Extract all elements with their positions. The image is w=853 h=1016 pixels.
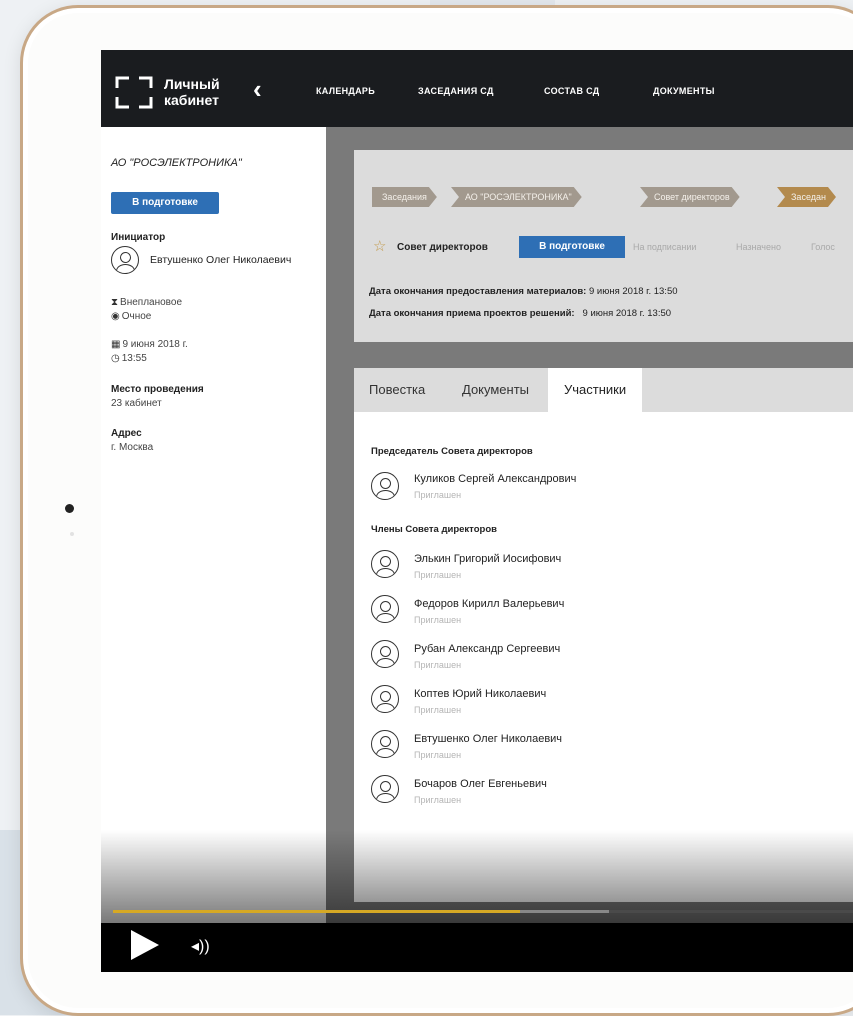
step-scheduled[interactable]: Назначено [736, 242, 781, 252]
logo-line1: Личный [164, 76, 220, 92]
clock-icon: ◷ [111, 353, 120, 364]
address-label: Адрес [111, 428, 142, 439]
play-icon[interactable] [131, 930, 159, 960]
avatar [371, 685, 399, 713]
member-name[interactable]: Коптев Юрий Николаевич [414, 688, 546, 700]
avatar [371, 550, 399, 578]
hourglass-icon: ⧗ [111, 297, 119, 308]
progress-fill[interactable] [113, 910, 520, 913]
eye-icon: ◉ [111, 311, 120, 322]
place-label: Место проведения [111, 384, 204, 395]
nav-meetings[interactable]: ЗАСЕДАНИЯ СД [418, 86, 494, 96]
tab-documents[interactable]: Документы [462, 368, 529, 412]
step-voting[interactable]: Голос [811, 242, 835, 252]
drafts-date: 9 июня 2018 г. 13:50 [582, 308, 672, 319]
star-icon[interactable]: ☆ [373, 237, 386, 255]
sensor-dot [70, 532, 74, 536]
nav-documents[interactable]: ДОКУМЕНТЫ [653, 86, 715, 96]
nav-board-members[interactable]: СОСТАВ СД [544, 86, 599, 96]
materials-deadline: Дата окончания предоставления материалов… [369, 286, 678, 297]
member-status: Приглашен [414, 705, 462, 715]
avatar [371, 775, 399, 803]
meeting-date-text: 9 июня 2018 г. [122, 339, 188, 350]
step-signing[interactable]: На подписании [633, 242, 696, 252]
logo-icon [115, 76, 153, 109]
breadcrumb-board[interactable]: Совет директоров [640, 187, 740, 207]
tab-participants[interactable]: Участники [548, 368, 643, 412]
member-name[interactable]: Элькин Григорий Иосифович [414, 553, 561, 565]
member-name[interactable]: Бочаров Олег Евгеньевич [414, 778, 547, 790]
place-value: 23 кабинет [111, 398, 162, 409]
participants-panel [354, 412, 853, 902]
volume-icon[interactable]: ◂)) [191, 936, 210, 956]
avatar [371, 640, 399, 668]
member-status: Приглашен [414, 795, 462, 805]
avatar [111, 246, 139, 274]
top-bar: Личный кабинет ‹ КАЛЕНДАРЬ ЗАСЕДАНИЯ СД … [101, 50, 853, 127]
calendar-icon: ▦ [111, 339, 121, 350]
avatar [371, 595, 399, 623]
tab-agenda[interactable]: Повестка [369, 368, 425, 412]
meeting-date: ▦ 9 июня 2018 г. [111, 339, 188, 350]
step-in-preparation[interactable]: В подготовке [519, 236, 625, 258]
meeting-kind-text: Внеплановое [120, 297, 183, 308]
meeting-kind: ⧗ Внеплановое [111, 297, 182, 308]
meeting-form-text: Очное [121, 311, 152, 322]
drafts-label: Дата окончания приема проектов решений: [369, 308, 575, 319]
chair-label: Председатель Совета директоров [371, 446, 533, 457]
avatar [371, 730, 399, 758]
member-name[interactable]: Рубан Александр Сергеевич [414, 643, 560, 655]
breadcrumb-meetings[interactable]: Заседания [372, 187, 437, 207]
org-title: АО "РОСЭЛЕКТРОНИКА" [111, 157, 242, 169]
sidebar: АО "РОСЭЛЕКТРОНИКА" В подготовке Инициат… [101, 127, 326, 927]
meeting-form: ◉ Очное [111, 311, 151, 322]
breadcrumb-current[interactable]: Заседан [777, 187, 836, 207]
meeting-time: ◷ 13:55 [111, 353, 147, 364]
member-status: Приглашен [414, 570, 462, 580]
chevron-left-icon[interactable]: ‹ [253, 76, 262, 102]
nav-calendar[interactable]: КАЛЕНДАРЬ [316, 86, 375, 96]
status-badge[interactable]: В подготовке [111, 192, 219, 214]
chair-status: Приглашен [414, 490, 462, 500]
initiator-label: Инициатор [111, 232, 166, 243]
initiator-name: Евтушенко Олег Николаевич [150, 254, 292, 266]
tablet-screen: Личный кабинет ‹ КАЛЕНДАРЬ ЗАСЕДАНИЯ СД … [101, 50, 853, 972]
board-label: Совет директоров [397, 242, 488, 253]
logo-line2: кабинет [164, 92, 219, 108]
materials-label: Дата окончания предоставления материалов… [369, 286, 587, 297]
drafts-deadline: Дата окончания приема проектов решений: … [369, 308, 671, 319]
member-status: Приглашен [414, 750, 462, 760]
member-status: Приглашен [414, 660, 462, 670]
chair-name[interactable]: Куликов Сергей Александрович [414, 473, 576, 485]
address-value: г. Москва [111, 442, 154, 453]
camera-icon [65, 504, 74, 513]
members-label: Члены Совета директоров [371, 524, 497, 535]
materials-date: 9 июня 2018 г. 13:50 [589, 286, 678, 297]
member-status: Приглашен [414, 615, 462, 625]
member-name[interactable]: Евтушенко Олег Николаевич [414, 733, 562, 745]
meeting-time-text: 13:55 [121, 353, 147, 364]
avatar [371, 472, 399, 500]
member-name[interactable]: Федоров Кирилл Валерьевич [414, 598, 564, 610]
logo-text: Личный кабинет [164, 76, 220, 108]
player-controls [101, 923, 853, 972]
breadcrumb-org[interactable]: АО "РОСЭЛЕКТРОНИКА" [451, 187, 582, 207]
